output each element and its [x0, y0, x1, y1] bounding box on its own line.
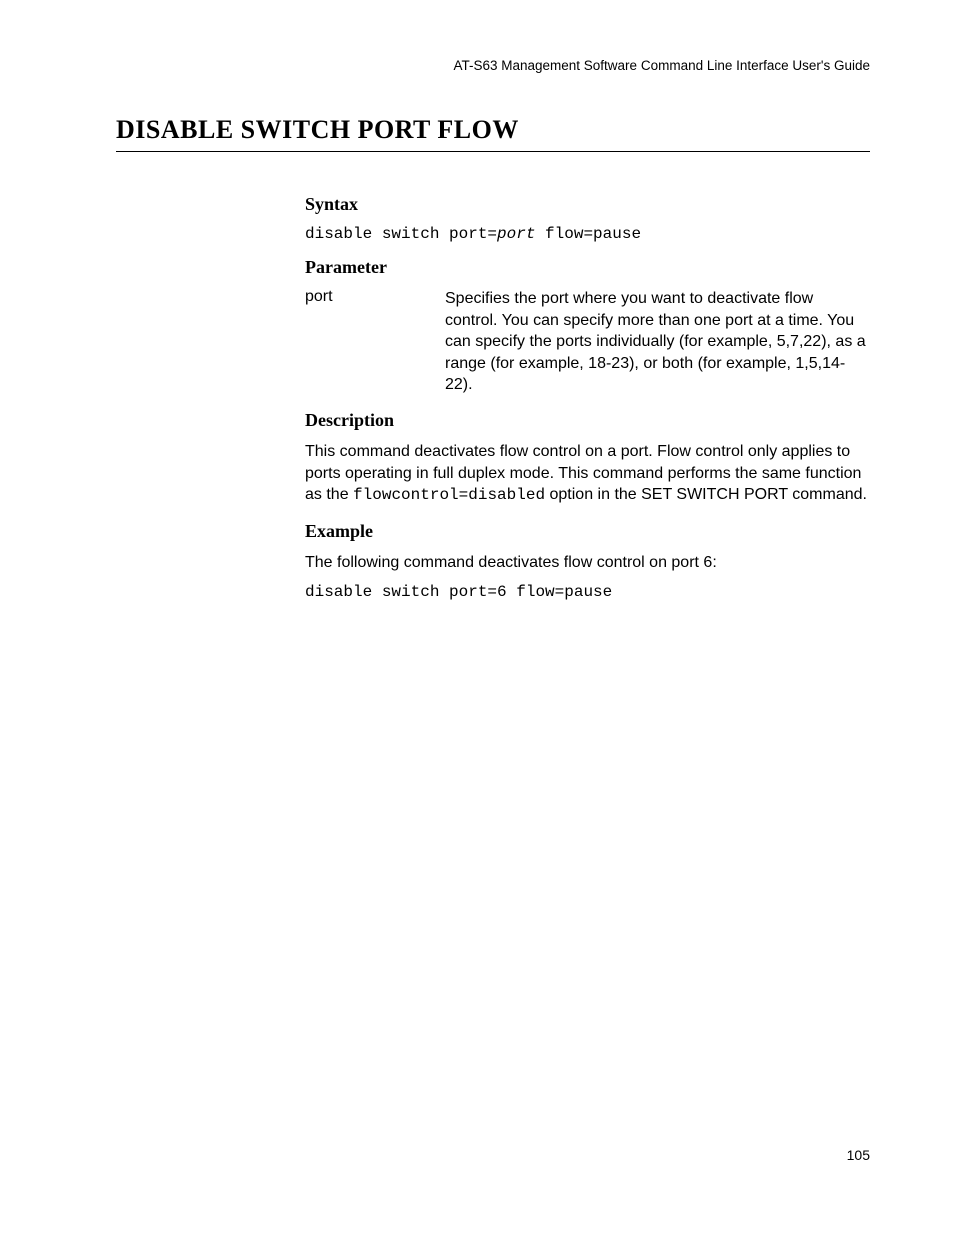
syntax-text-post: flow=pause	[535, 225, 641, 243]
syntax-text-pre: disable switch port=	[305, 225, 497, 243]
parameter-name: port	[305, 288, 445, 306]
description-post: option in the SET SWITCH PORT command.	[545, 486, 867, 503]
parameter-row: port Specifies the port where you want t…	[305, 288, 870, 396]
example-intro: The following command deactivates flow c…	[305, 552, 870, 574]
parameter-desc: Specifies the port where you want to dea…	[445, 288, 870, 396]
content-area: Syntax disable switch port=port flow=pau…	[305, 180, 870, 601]
syntax-line: disable switch port=port flow=pause	[305, 225, 870, 243]
page-header-guide: AT-S63 Management Software Command Line …	[453, 58, 870, 73]
description-heading: Description	[305, 410, 870, 431]
description-text: This command deactivates flow control on…	[305, 441, 870, 507]
document-page: AT-S63 Management Software Command Line …	[0, 0, 954, 1235]
page-number: 105	[847, 1147, 870, 1163]
example-heading: Example	[305, 521, 870, 542]
syntax-heading: Syntax	[305, 194, 870, 215]
parameter-heading: Parameter	[305, 257, 870, 278]
syntax-text-var: port	[497, 225, 535, 243]
example-command: disable switch port=6 flow=pause	[305, 583, 870, 601]
description-code: flowcontrol=disabled	[353, 486, 545, 504]
page-title: DISABLE SWITCH PORT FLOW	[116, 115, 870, 152]
